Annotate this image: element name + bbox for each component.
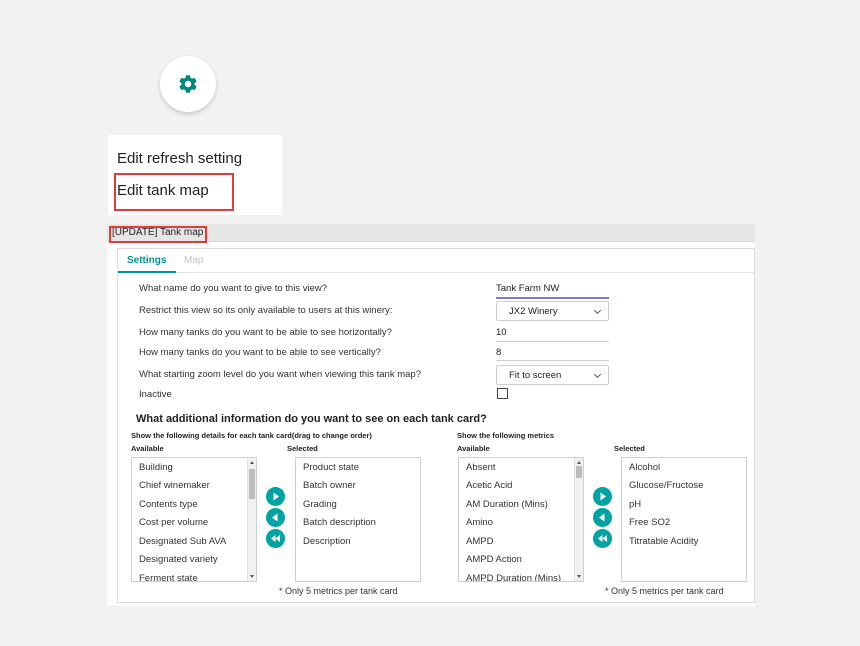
- winery-select[interactable]: JX2 Winery: [496, 301, 609, 321]
- metrics-available-list[interactable]: Absent Acetic Acid AM Duration (Mins) Am…: [458, 457, 584, 582]
- horizontal-tanks-label: How many tanks do you want to be able to…: [139, 327, 392, 338]
- details-selected-list[interactable]: Product state Batch owner Grading Batch …: [295, 457, 421, 582]
- list-item[interactable]: Glucose/Fructose: [629, 480, 703, 491]
- details-limit-note: * Only 5 metrics per tank card: [279, 586, 398, 596]
- list-item[interactable]: Batch owner: [303, 480, 356, 491]
- view-name-input[interactable]: Tank Farm NW: [496, 283, 559, 294]
- list-item[interactable]: Contents type: [139, 499, 198, 510]
- menu-item-edit-tank-map[interactable]: Edit tank map: [117, 182, 209, 199]
- winery-select-value: JX2 Winery: [509, 306, 558, 317]
- tab-settings[interactable]: Settings: [127, 255, 166, 266]
- list-item[interactable]: AMPD: [466, 536, 493, 547]
- metrics-move-all-left-button[interactable]: [593, 529, 612, 548]
- metrics-available-scrollbar[interactable]: [574, 458, 583, 581]
- metrics-selected-list[interactable]: Alcohol Glucose/Fructose pH Free SO2 Tit…: [621, 457, 747, 582]
- view-name-underline: [496, 297, 609, 299]
- list-item[interactable]: AM Duration (Mins): [466, 499, 548, 510]
- scroll-thumb[interactable]: [249, 469, 255, 499]
- rewind-icon: [598, 535, 607, 542]
- list-item[interactable]: Acetic Acid: [466, 480, 512, 491]
- inactive-checkbox[interactable]: [497, 388, 508, 399]
- gear-icon: [179, 75, 197, 93]
- play-right-icon: [273, 492, 279, 501]
- zoom-level-select-value: Fit to screen: [509, 370, 562, 381]
- move-right-button[interactable]: [266, 487, 285, 506]
- list-item[interactable]: Alcohol: [629, 462, 660, 473]
- dialog-title: [UPDATE] Tank map: [112, 227, 204, 238]
- list-item[interactable]: Cost per volume: [139, 517, 208, 528]
- list-item[interactable]: Description: [303, 536, 351, 547]
- scroll-down-icon[interactable]: [577, 575, 581, 578]
- horizontal-tanks-input[interactable]: 10: [496, 327, 507, 338]
- move-all-left-button[interactable]: [266, 529, 285, 548]
- chevron-down-icon: [593, 370, 602, 379]
- metrics-selected-label: Selected: [614, 444, 645, 453]
- metrics-limit-note: * Only 5 metrics per tank card: [605, 586, 724, 596]
- metrics-move-left-button[interactable]: [593, 508, 612, 527]
- list-item[interactable]: Ferment state: [139, 573, 198, 581]
- tab-bar: Settings Map: [118, 249, 754, 273]
- list-item[interactable]: Amino: [466, 517, 493, 528]
- list-item[interactable]: Absent: [466, 462, 496, 473]
- menu-item-edit-refresh-setting[interactable]: Edit refresh setting: [117, 150, 242, 167]
- scroll-down-icon[interactable]: [250, 575, 254, 578]
- list-item[interactable]: pH: [629, 499, 641, 510]
- details-selected-label: Selected: [287, 444, 318, 453]
- list-item[interactable]: Grading: [303, 499, 337, 510]
- move-left-button[interactable]: [266, 508, 285, 527]
- vertical-tanks-label: How many tanks do you want to be able to…: [139, 347, 381, 358]
- chevron-down-icon: [593, 306, 602, 315]
- scroll-thumb[interactable]: [576, 466, 582, 478]
- tab-map[interactable]: Map: [184, 255, 203, 266]
- restrict-winery-label: Restrict this view so its only available…: [139, 305, 393, 316]
- list-item[interactable]: Designated variety: [139, 554, 218, 565]
- settings-menu: Edit refresh setting Edit tank map: [108, 135, 282, 215]
- rewind-icon: [271, 535, 280, 542]
- update-tank-map-dialog: [UPDATE] Tank map Settings Map What name…: [107, 224, 755, 606]
- scroll-up-icon[interactable]: [577, 461, 581, 464]
- active-tab-indicator: [118, 271, 176, 273]
- list-item[interactable]: Chief winemaker: [139, 480, 210, 491]
- list-item[interactable]: Free SO2: [629, 517, 670, 528]
- list-item[interactable]: Titratable Acidity: [629, 536, 698, 547]
- list-item[interactable]: AMPD Duration (Mins): [466, 573, 561, 581]
- details-available-list[interactable]: Building Chief winemaker Contents type C…: [131, 457, 257, 582]
- dialog-body: Settings Map What name do you want to gi…: [117, 248, 755, 603]
- zoom-level-select[interactable]: Fit to screen: [496, 365, 609, 385]
- scroll-up-icon[interactable]: [250, 461, 254, 464]
- vertical-tanks-underline: [496, 360, 609, 361]
- list-item[interactable]: Designated Sub AVA: [139, 536, 226, 547]
- list-item[interactable]: Batch description: [303, 517, 376, 528]
- play-left-icon: [599, 513, 605, 522]
- zoom-level-label: What starting zoom level do you want whe…: [139, 369, 421, 380]
- list-item[interactable]: Building: [139, 462, 173, 473]
- metrics-heading: Show the following metrics: [457, 431, 555, 440]
- play-right-icon: [600, 492, 606, 501]
- dialog-title-bar: [UPDATE] Tank map: [107, 224, 755, 242]
- details-available-label: Available: [131, 444, 164, 453]
- list-item[interactable]: Product state: [303, 462, 359, 473]
- additional-info-heading: What additional information do you want …: [136, 413, 487, 425]
- inactive-label: Inactive: [139, 389, 172, 400]
- details-available-scrollbar[interactable]: [247, 458, 256, 581]
- vertical-tanks-input[interactable]: 8: [496, 347, 501, 358]
- settings-gear-button[interactable]: [160, 56, 216, 112]
- details-heading: Show the following details for each tank…: [131, 431, 372, 440]
- list-item[interactable]: AMPD Action: [466, 554, 522, 565]
- metrics-move-right-button[interactable]: [593, 487, 612, 506]
- horizontal-tanks-underline: [496, 341, 609, 342]
- metrics-available-label: Available: [457, 444, 490, 453]
- view-name-label: What name do you want to give to this vi…: [139, 283, 327, 294]
- play-left-icon: [272, 513, 278, 522]
